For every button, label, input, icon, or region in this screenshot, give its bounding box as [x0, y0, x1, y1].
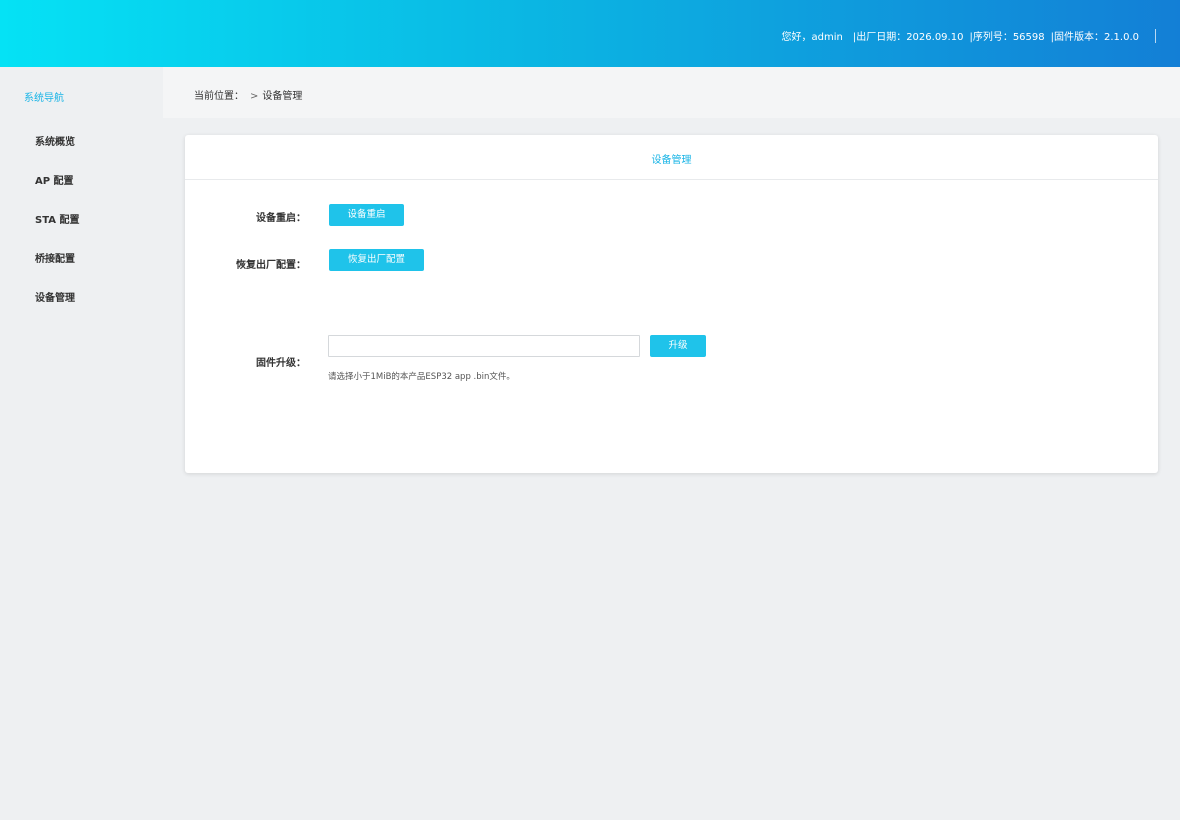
user-greeting: 您好，admin	[781, 32, 843, 43]
breadcrumb-bar: 当前位置： > 设备管理	[163, 67, 1180, 118]
device-management-card: 设备管理 设备重启： 设备重启 恢复出厂配置： 恢复出厂配置 固件升级： 升级 …	[185, 135, 1158, 473]
reboot-label: 设备重启：	[256, 213, 306, 224]
sidebar-item-sta-config[interactable]: STA 配置	[35, 211, 79, 226]
firmware-version: |固件版本：2.1.0.0	[1050, 32, 1139, 43]
firmware-upgrade-label: 固件升级：	[256, 358, 306, 369]
firmware-file-input[interactable]	[328, 335, 640, 357]
card-header: 设备管理	[185, 135, 1158, 180]
factory-reset-button[interactable]: 恢复出厂配置	[329, 249, 424, 271]
sidebar-item-bridge-config[interactable]: 桥接配置	[35, 250, 75, 265]
serial-number: |序列号：56598	[969, 32, 1045, 43]
chevron-right-icon: >	[250, 91, 259, 102]
sidebar: 系统导航 系统概览 AP 配置 STA 配置 桥接配置 设备管理	[0, 67, 163, 820]
sidebar-item-device-management[interactable]: 设备管理	[35, 289, 75, 304]
reboot-button[interactable]: 设备重启	[329, 204, 404, 226]
sidebar-title: 系统导航	[24, 93, 64, 104]
production-date: |出厂日期：2026.09.10	[852, 32, 964, 43]
breadcrumb-prefix: 当前位置：	[194, 91, 244, 102]
breadcrumb-current: 设备管理	[262, 91, 303, 102]
top-header: 您好，admin |出厂日期：2026.09.10 |序列号：56598 |固件…	[0, 0, 1180, 67]
sidebar-item-overview[interactable]: 系统概览	[35, 133, 75, 148]
header-divider	[1155, 28, 1156, 43]
breadcrumb: 当前位置： > 设备管理	[194, 87, 302, 102]
upgrade-button[interactable]: 升级	[650, 335, 706, 357]
card-title: 设备管理	[651, 155, 692, 166]
firmware-hint: 请选择小于1MiB的本产品ESP32 app .bin文件。	[328, 372, 515, 382]
factory-reset-label: 恢复出厂配置：	[236, 260, 306, 271]
header-info: 您好，admin |出厂日期：2026.09.10 |序列号：56598 |固件…	[781, 28, 1156, 43]
sidebar-item-ap-config[interactable]: AP 配置	[35, 172, 74, 187]
